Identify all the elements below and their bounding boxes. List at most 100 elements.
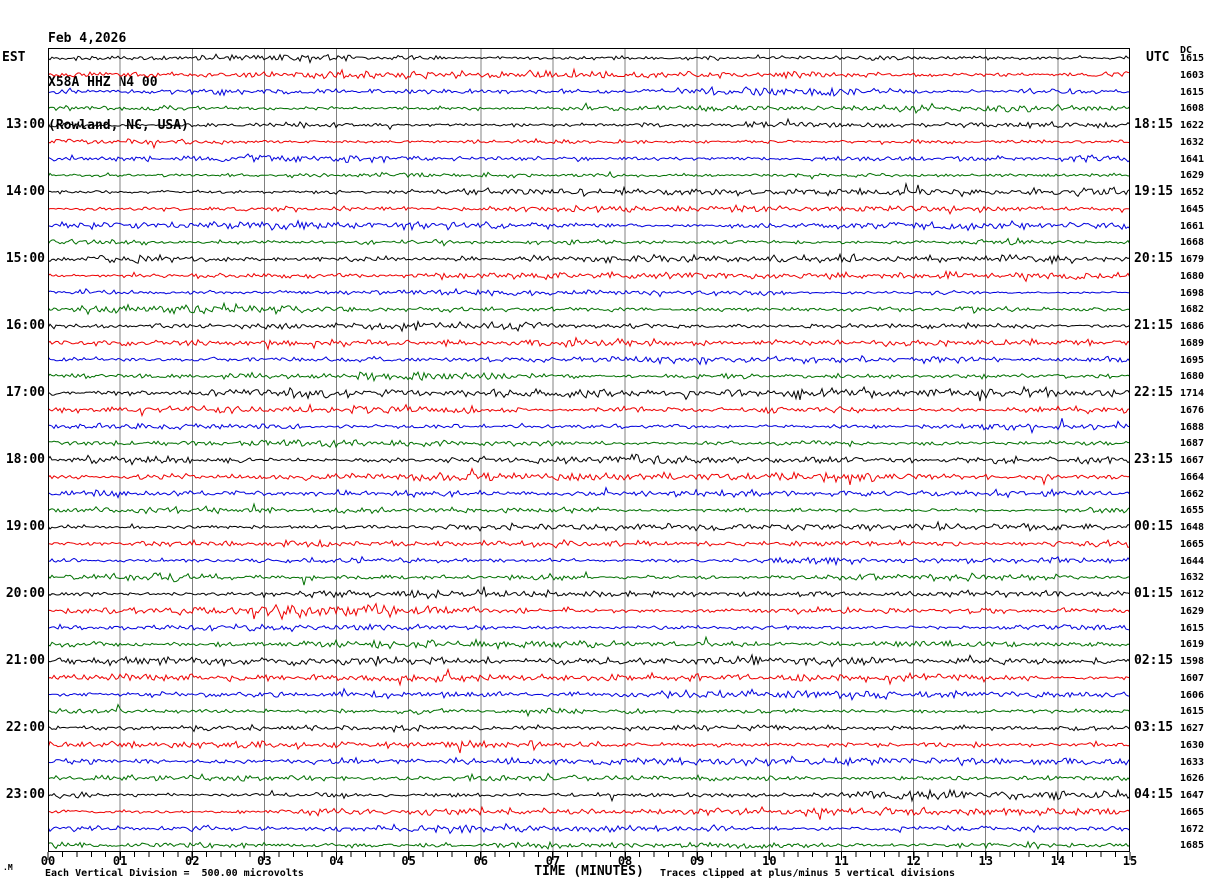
- dc-offset-value: 1665: [1180, 538, 1205, 550]
- dc-offset-value: 1645: [1180, 203, 1205, 215]
- minute-tick-label: 13: [978, 854, 993, 868]
- seismogram-trace-row: [48, 117, 1130, 131]
- dc-offset-value: 1644: [1180, 555, 1205, 567]
- dc-offset-value: 1665: [1180, 806, 1205, 818]
- minute-tick-label: 01: [112, 854, 128, 868]
- est-hour-label: 16:00: [5, 318, 45, 333]
- minute-tick-label: 06: [473, 854, 489, 868]
- dc-offset-value: 1676: [1180, 404, 1205, 416]
- dc-offset-value: 1680: [1180, 270, 1205, 282]
- seismogram-plot: [48, 48, 1130, 852]
- seismogram-trace-row: [48, 269, 1130, 283]
- seismogram-trace-row: [48, 570, 1130, 586]
- utc-hour-label: 21:15: [1134, 318, 1174, 333]
- minute-tick-label: 05: [401, 854, 416, 868]
- seismogram-trace-row: [48, 53, 1130, 65]
- dc-offset-value: 1679: [1180, 254, 1205, 265]
- dc-offset-value: 1615: [1180, 53, 1205, 64]
- dc-offset-value: 1652: [1180, 187, 1205, 198]
- seismogram-trace-row: [48, 170, 1130, 180]
- dc-offset-value: 1698: [1180, 287, 1205, 299]
- seismogram-trace-row: [48, 805, 1130, 820]
- seismogram-trace-row: [48, 703, 1130, 718]
- corner-mark: .M: [3, 863, 13, 872]
- dc-offset-value: 1633: [1180, 756, 1205, 768]
- seismogram-trace-row: [48, 667, 1130, 687]
- minute-tick-label: 09: [689, 854, 705, 868]
- left-axis-header: EST: [2, 50, 26, 65]
- dc-offset-value: 1612: [1180, 589, 1205, 600]
- x-axis-title: TIME (MINUTES): [534, 864, 644, 879]
- seismogram-trace-row: [48, 723, 1130, 734]
- dc-offset-value: 1629: [1180, 605, 1205, 617]
- clipping-note: Traces clipped at plus/minus 5 vertical …: [660, 868, 956, 879]
- dc-offset-value: 1632: [1180, 136, 1205, 148]
- dc-offset-value: 1598: [1180, 656, 1205, 667]
- seismogram-trace-row: [48, 772, 1130, 783]
- seismogram-trace-row: [48, 252, 1130, 266]
- utc-hour-label: 20:15: [1134, 251, 1174, 266]
- seismogram-trace-row: [48, 370, 1130, 383]
- est-hour-label: 23:00: [5, 787, 45, 802]
- minute-tick-label: 10: [762, 854, 777, 868]
- utc-hour-label: 22:15: [1134, 385, 1174, 400]
- dc-offset-value: 1714: [1180, 388, 1205, 399]
- seismogram-trace-row: [48, 336, 1130, 351]
- dc-offset-value: 1672: [1180, 823, 1205, 835]
- seismogram-trace-row: [48, 237, 1130, 247]
- utc-hour-label: 18:15: [1134, 117, 1174, 132]
- dc-offset-value: 1622: [1180, 120, 1205, 131]
- seismogram-trace-row: [48, 301, 1130, 316]
- vertical-division-note: Each Vertical Division = 500.00 microvol…: [45, 868, 304, 879]
- dc-offset-value: 1607: [1180, 672, 1205, 684]
- minute-tick-label: 00: [40, 854, 56, 868]
- dc-offset-value: 1680: [1180, 371, 1205, 383]
- seismogram-trace-row: [48, 319, 1130, 333]
- est-hour-label: 19:00: [5, 519, 45, 534]
- seismogram-trace-row: [48, 755, 1130, 767]
- seismogram-trace-row: [48, 586, 1130, 600]
- seismogram-trace-row: [48, 739, 1130, 754]
- dc-offset-value: 1606: [1180, 689, 1205, 701]
- dc-offset-value: 1664: [1180, 471, 1205, 483]
- dc-offset-value: 1615: [1180, 706, 1205, 718]
- dc-offset-value: 1695: [1180, 354, 1205, 366]
- seismogram-trace-row: [48, 137, 1130, 150]
- seismogram-trace-row: [48, 538, 1130, 549]
- seismogram-trace-row: [48, 102, 1130, 114]
- dc-offset-value: 1608: [1180, 103, 1205, 115]
- est-hour-label: 21:00: [5, 653, 45, 668]
- dc-offset-value: 1662: [1180, 488, 1205, 500]
- dc-offset-value: 1603: [1180, 69, 1205, 81]
- dc-offset-value: 1630: [1180, 739, 1205, 751]
- seismogram-trace-row: [48, 153, 1130, 164]
- est-hour-label: 18:00: [5, 452, 45, 467]
- seismogram-trace-row: [48, 67, 1130, 80]
- seismogram-trace-row: [48, 502, 1130, 515]
- seismogram-trace-row: [48, 287, 1130, 298]
- seismogram-trace-row: [48, 822, 1130, 835]
- title-date: Feb 4,2026: [48, 31, 127, 46]
- dc-offset-value: 1629: [1180, 170, 1205, 182]
- minute-tick-label: 15: [1122, 854, 1138, 868]
- est-hour-label: 20:00: [5, 586, 45, 601]
- dc-offset-value: 1632: [1180, 572, 1205, 584]
- seismogram-trace-row: [48, 181, 1130, 198]
- right-axis-header: UTC: [1146, 50, 1170, 65]
- seismogram-trace-row: [48, 354, 1130, 366]
- seismogram-trace-row: [48, 653, 1130, 668]
- dc-offset-value: 1668: [1180, 237, 1205, 249]
- dc-offset-value: 1619: [1180, 639, 1205, 651]
- minute-tick-label: 02: [185, 854, 200, 868]
- dc-offset-value: 1685: [1180, 840, 1205, 852]
- minute-tick-label: 12: [906, 854, 921, 868]
- minute-tick-label: 11: [834, 854, 849, 868]
- seismogram-trace-row: [48, 788, 1130, 803]
- seismogram-trace-row: [48, 385, 1130, 402]
- utc-hour-label: 19:15: [1134, 184, 1174, 199]
- seismogram-trace-row: [48, 418, 1130, 435]
- seismogram-trace-row: [48, 85, 1130, 97]
- dc-offset-value: 1615: [1180, 86, 1205, 98]
- seismogram-trace-row: [48, 486, 1130, 499]
- seismogram-trace-row: [48, 439, 1130, 449]
